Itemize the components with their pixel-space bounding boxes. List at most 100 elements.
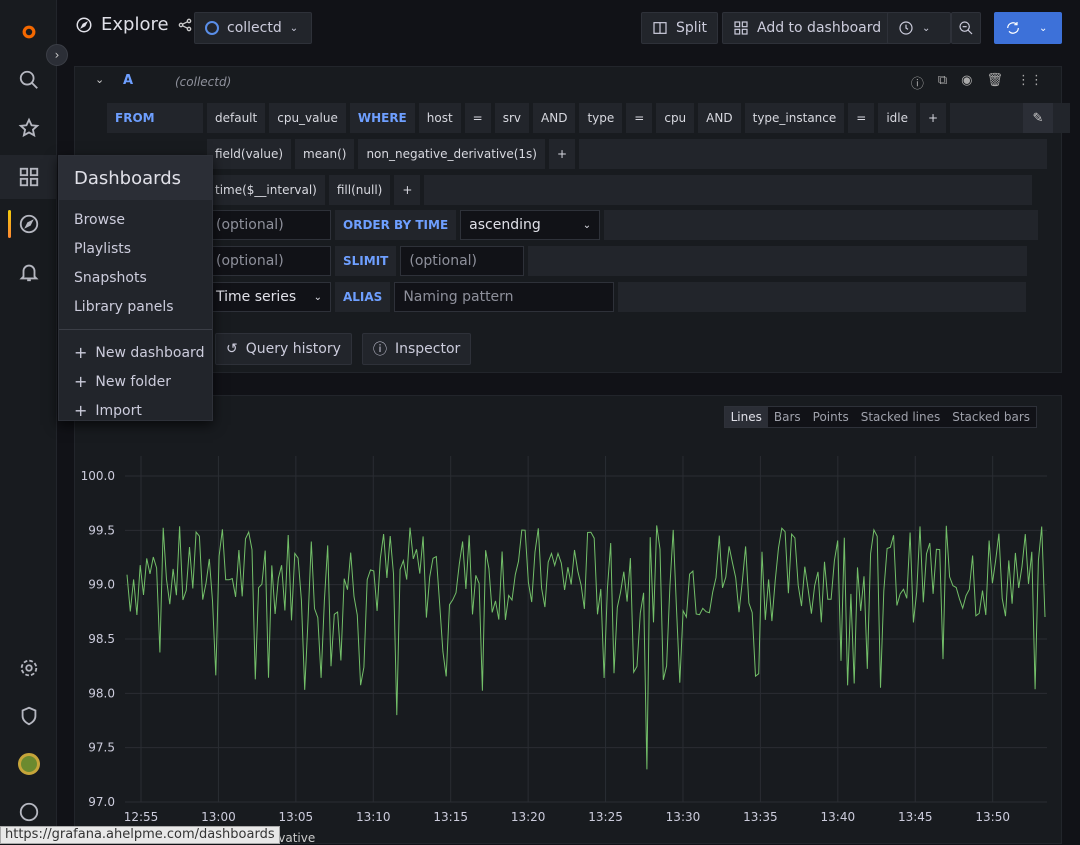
select-transform[interactable]: non_negative_derivative(1s) xyxy=(358,139,545,169)
datasource-name: collectd xyxy=(227,20,282,36)
sidebar-toggle-button[interactable]: › xyxy=(46,44,68,66)
eye-icon[interactable]: ◉ xyxy=(961,73,972,92)
limit-input[interactable]: (optional) xyxy=(207,246,331,276)
menu-item-import[interactable]: + Import xyxy=(59,396,212,425)
divider xyxy=(59,329,212,330)
format-select[interactable]: Time series⌄ xyxy=(207,282,331,312)
menu-item-new-folder[interactable]: +New folder xyxy=(59,367,212,396)
info-icon: ⓘ xyxy=(373,339,387,359)
trash-icon[interactable]: 🗑 xyxy=(986,73,1003,92)
y-tick-label: 97.5 xyxy=(88,741,115,755)
query-row-select: field(value) mean() non_negative_derivat… xyxy=(207,139,1047,169)
slimit-label: SLIMIT xyxy=(335,246,396,276)
collapse-row-icon[interactable]: ⌄ xyxy=(95,73,104,86)
help-icon[interactable]: ⓘ xyxy=(911,73,924,92)
retention-policy[interactable]: default xyxy=(207,103,265,133)
avatar[interactable] xyxy=(0,744,57,784)
add-group-by-button[interactable]: + xyxy=(394,175,420,205)
add-to-dashboard-button[interactable]: Add to dashboard xyxy=(722,12,892,44)
menu-item-new-dashboard[interactable]: +New dashboard xyxy=(59,338,212,367)
tag-value[interactable]: srv xyxy=(495,103,529,133)
split-button[interactable]: Split xyxy=(641,12,718,44)
tag-value[interactable]: idle xyxy=(878,103,916,133)
condition[interactable]: AND xyxy=(698,103,740,133)
history-label: Query history xyxy=(246,341,341,357)
x-tick-label: 13:40 xyxy=(821,810,856,824)
zoom-out-icon xyxy=(958,20,974,36)
menu-item-playlists[interactable]: Playlists xyxy=(59,234,212,263)
x-tick-label: 13:35 xyxy=(743,810,778,824)
measurement[interactable]: cpu_value xyxy=(269,103,346,133)
menu-item-snapshots[interactable]: Snapshots xyxy=(59,263,212,292)
x-tick-label: 13:50 xyxy=(975,810,1010,824)
add-condition-button[interactable]: + xyxy=(920,103,946,133)
query-row-format: Time series⌄ ALIAS Naming pattern xyxy=(207,282,1026,312)
y-tick-label: 99.0 xyxy=(88,578,115,592)
chevron-down-icon: ⌄ xyxy=(583,220,591,231)
group-by-fill[interactable]: fill(null) xyxy=(329,175,390,205)
menu-item-library-panels[interactable]: Library panels xyxy=(59,292,212,321)
shield-icon[interactable] xyxy=(0,696,57,736)
order-value: ascending xyxy=(469,217,541,233)
group-by-time[interactable]: time($__interval) xyxy=(207,175,325,205)
zoom-out-button[interactable] xyxy=(951,12,981,44)
time-picker-button[interactable]: ⌄ xyxy=(887,12,951,44)
select-aggregation[interactable]: mean() xyxy=(295,139,354,169)
operator[interactable]: = xyxy=(626,103,652,133)
tag-key[interactable]: host xyxy=(419,103,461,133)
plus-icon: + xyxy=(74,401,87,420)
menu-item-label: Import xyxy=(95,403,141,419)
topbar: Explore collectd ⌄ Split Add to dashboar… xyxy=(57,0,1080,56)
format-value: Time series xyxy=(216,289,296,305)
query-row-from: FROM default cpu_value WHERE host = srv … xyxy=(107,103,1070,133)
grafana-logo-icon[interactable] xyxy=(0,12,57,52)
query-editor-panel: ⌄ A (collectd) ⓘ⧉◉🗑⋮⋮ FROM default cpu_v… xyxy=(74,66,1062,373)
clock-icon xyxy=(898,20,914,36)
tag-key[interactable]: type_instance xyxy=(745,103,845,133)
history-icon: ↺ xyxy=(226,341,238,357)
refresh-button[interactable]: ⌄ xyxy=(994,12,1062,44)
datasource-picker[interactable]: collectd ⌄ xyxy=(194,12,312,44)
time-series-chart[interactable]: 100.099.599.098.598.097.597.012:5513:001… xyxy=(75,396,1063,845)
tag-key[interactable]: type xyxy=(579,103,622,133)
gear-icon[interactable] xyxy=(0,648,57,688)
copy-icon[interactable]: ⧉ xyxy=(938,73,947,92)
menu-title[interactable]: Dashboards xyxy=(59,156,212,200)
operator[interactable]: = xyxy=(465,103,491,133)
menu-item-browse[interactable]: Browse xyxy=(59,205,212,234)
x-tick-label: 12:55 xyxy=(124,810,159,824)
limit-input[interactable]: (optional) xyxy=(207,210,331,240)
x-tick-label: 13:05 xyxy=(279,810,314,824)
query-ref[interactable]: A xyxy=(123,73,133,88)
x-tick-label: 13:15 xyxy=(433,810,468,824)
y-tick-label: 98.5 xyxy=(88,632,115,646)
slimit-input[interactable]: (optional) xyxy=(400,246,524,276)
graph-panel: Lines Bars Points Stacked lines Stacked … xyxy=(74,395,1062,844)
star-icon[interactable] xyxy=(0,108,57,148)
y-tick-label: 100.0 xyxy=(81,469,115,483)
tag-value[interactable]: cpu xyxy=(656,103,694,133)
add-label: Add to dashboard xyxy=(757,20,881,36)
row-filler xyxy=(604,210,1038,240)
chevron-down-icon: ⌄ xyxy=(1039,23,1047,34)
condition[interactable]: AND xyxy=(533,103,575,133)
where-keyword: WHERE xyxy=(350,103,415,133)
page-title: Explore xyxy=(75,14,193,35)
query-history-button[interactable]: ↺ Query history xyxy=(215,333,352,365)
x-tick-label: 13:45 xyxy=(898,810,933,824)
inspector-button[interactable]: ⓘInspector xyxy=(362,333,471,365)
explore-icon[interactable] xyxy=(0,204,57,244)
x-tick-label: 13:00 xyxy=(201,810,236,824)
select-field[interactable]: field(value) xyxy=(207,139,291,169)
search-icon[interactable] xyxy=(0,60,57,100)
operator[interactable]: = xyxy=(848,103,874,133)
bell-icon[interactable] xyxy=(0,252,57,292)
query-row-group-by: time($__interval) fill(null) + xyxy=(207,175,1032,205)
edit-raw-query-button[interactable]: ✎ xyxy=(1023,103,1053,133)
dashboards-icon[interactable] xyxy=(0,155,57,199)
drag-icon[interactable]: ⋮⋮ xyxy=(1017,73,1043,92)
alias-input[interactable]: Naming pattern xyxy=(394,282,614,312)
add-select-button[interactable]: + xyxy=(549,139,575,169)
order-select[interactable]: ascending ⌄ xyxy=(460,210,600,240)
share-icon[interactable] xyxy=(177,17,193,33)
